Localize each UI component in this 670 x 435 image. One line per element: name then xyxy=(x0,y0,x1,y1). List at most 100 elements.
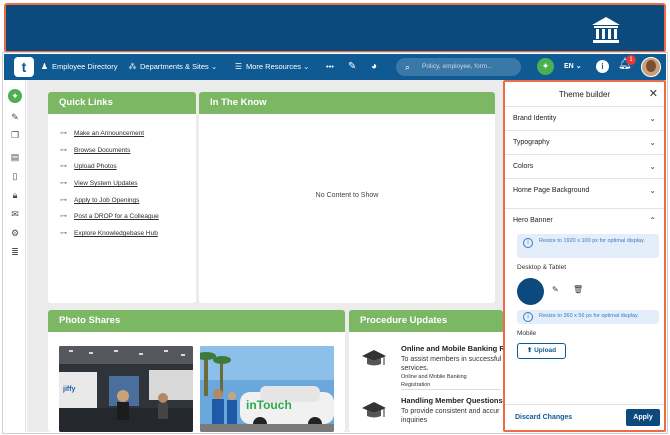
home-content: Quick Links ⊶ Make an Announcement ⊶ Brows… xyxy=(27,80,503,432)
chevron-down-icon: ⌄ xyxy=(649,186,656,195)
empty-state-text: No Content to Show xyxy=(315,192,379,199)
link-icon: ⊶ xyxy=(60,147,67,154)
accordion-colors[interactable]: Colors ⌄ xyxy=(505,154,664,178)
event-photo xyxy=(200,346,334,432)
left-sidebar: ✦ ✎ ❐ ▤ ▯ 🔒︎ ✉ ⚙ ≣ xyxy=(4,80,26,432)
quick-link[interactable]: ⊶ View System Updates xyxy=(60,179,137,187)
photo-shares-card: Photo Shares jiffy inTouch xyxy=(48,310,345,432)
language-label: EN xyxy=(564,63,574,70)
chevron-down-icon: ⌄ xyxy=(575,63,582,70)
trash-icon[interactable]: 🗑︎ xyxy=(573,285,583,294)
list-icon: ☰ xyxy=(234,62,243,71)
in-the-know-card: In The Know No Content to Show xyxy=(199,92,495,303)
info-icon: i xyxy=(523,238,533,248)
chevron-down-icon: ⌄ xyxy=(649,162,656,171)
sitemap-icon: ⁂ xyxy=(128,62,137,71)
document-icon[interactable]: ▯ xyxy=(8,169,22,183)
accordion-label: Home Page Background xyxy=(513,187,590,194)
procedure-meta: Registration xyxy=(401,382,431,388)
nav-more-button[interactable]: ••• xyxy=(326,54,334,80)
accordion-home-page-background[interactable]: Home Page Background ⌄ xyxy=(505,178,664,202)
copy-icon[interactable]: ❐ xyxy=(8,128,22,142)
search-icon: ⌕ xyxy=(405,62,411,72)
accordion-label: Hero Banner xyxy=(513,217,553,224)
button-label: Upload xyxy=(534,347,557,354)
photo-sign-text: inTouch xyxy=(246,398,292,412)
pencil-icon[interactable]: ✎ xyxy=(348,54,356,80)
chevron-down-icon: ⌄ xyxy=(303,62,310,71)
procedure-description: To provide consistent and accur inquirie… xyxy=(401,408,500,424)
chevron-down-icon: ⌄ xyxy=(210,62,218,71)
chevron-up-icon: ⌃ xyxy=(649,216,656,225)
app-logo[interactable]: t xyxy=(14,57,34,77)
gear-icon[interactable]: ⚙ xyxy=(8,226,22,240)
accordion-label: Colors xyxy=(513,163,534,170)
people-icon: ♟ xyxy=(40,62,49,71)
language-selector[interactable]: EN ⌄ xyxy=(564,54,582,80)
size-hint-desktop: i Resize to 1920 x 100 px for optimal di… xyxy=(517,234,659,258)
close-icon[interactable]: ✕ xyxy=(649,87,658,100)
nav-label: Departments & Sites xyxy=(140,62,209,71)
accordion-brand-identity[interactable]: Brand Identity ⌄ xyxy=(505,106,664,130)
notification-badge: 1 xyxy=(626,55,636,65)
chevron-down-icon: ⌄ xyxy=(649,138,656,147)
accordion-label: Typography xyxy=(513,139,550,146)
theme-builder-panel: Theme builder ✕ Brand Identity ⌄ Typogra… xyxy=(503,80,666,432)
wrench-icon[interactable]: ✦ xyxy=(537,58,554,75)
card-title: In The Know xyxy=(199,92,495,114)
chevron-down-icon: ⌄ xyxy=(649,114,656,123)
layout-icon[interactable]: ▤ xyxy=(8,150,22,164)
quick-link[interactable]: ⊶ Explore Knowledgebase Hub xyxy=(60,229,158,237)
accordion-typography[interactable]: Typography ⌄ xyxy=(505,130,664,154)
app-window: t ♟ Employee Directory ⁂ Departments & Sit… xyxy=(0,0,670,435)
quick-link[interactable]: ⊶ Upload Photos xyxy=(60,162,117,170)
nav-departments-sites[interactable]: ⁂ Departments & Sites ⌄ xyxy=(128,54,218,80)
hint-text: Resize to 1920 x 100 px for optimal disp… xyxy=(539,238,645,244)
event-photo xyxy=(59,346,193,432)
procedure-title: Handling Member Questions xyxy=(401,396,503,405)
nav-label: Employee Directory xyxy=(52,62,118,71)
panel-title: Theme builder xyxy=(558,90,611,99)
banner-preview[interactable] xyxy=(517,278,544,305)
palette-icon[interactable]: ◕ xyxy=(371,54,377,80)
bank-logo-icon xyxy=(592,17,620,43)
quick-link[interactable]: ⊶ Apply to Job Openings xyxy=(60,196,139,204)
photo-thumbnail[interactable]: inTouch xyxy=(200,346,334,432)
search-input[interactable]: ⌕ Policy, employee, form... xyxy=(396,58,521,76)
link-icon: ⊶ xyxy=(60,197,67,204)
chat-icon[interactable]: ✉ xyxy=(8,207,22,221)
accordion-hero-banner[interactable]: Hero Banner ⌃ xyxy=(505,208,664,232)
procedure-meta: Online and Mobile Banking xyxy=(401,374,467,380)
photo-thumbnail[interactable]: jiffy xyxy=(59,346,193,432)
apply-button[interactable]: Apply xyxy=(626,409,660,426)
link-icon: ⊶ xyxy=(60,163,67,170)
quick-link[interactable]: ⊶ Make an Announcement xyxy=(60,129,144,137)
nav-more-resources[interactable]: ☰ More Resources ⌄ xyxy=(234,54,310,80)
quick-link[interactable]: ⊶ Post a DROP for a Colleague xyxy=(60,212,159,220)
wrench-icon[interactable]: ✦ xyxy=(8,89,22,103)
discard-changes-button[interactable]: Discard Changes xyxy=(515,414,572,421)
lock-icon[interactable]: 🔒︎ xyxy=(8,188,22,202)
avatar[interactable] xyxy=(641,57,661,77)
procedure-item[interactable]: Handling Member Questions To provide con… xyxy=(361,396,503,432)
size-hint-mobile: i Resize to 360 x 56 px for optimal disp… xyxy=(517,310,659,324)
info-icon[interactable]: i xyxy=(596,60,609,73)
card-title: Photo Shares xyxy=(48,310,345,332)
desktop-label: Desktop & Tablet xyxy=(517,264,567,271)
nav-label: More Resources xyxy=(246,62,302,71)
top-navigation: t ♟ Employee Directory ⁂ Departments & Sit… xyxy=(4,54,666,80)
pencil-icon[interactable]: ✎ xyxy=(552,285,559,294)
upload-icon: ⬆ xyxy=(526,347,533,354)
pencil-icon[interactable]: ✎ xyxy=(8,110,22,124)
upload-button[interactable]: ⬆ Upload xyxy=(517,343,566,359)
link-icon: ⊶ xyxy=(60,213,67,220)
procedure-item[interactable]: Online and Mobile Banking R To assist me… xyxy=(361,344,503,388)
panel-footer: Discard Changes Apply xyxy=(505,404,664,432)
graduation-cap-icon xyxy=(362,350,386,366)
quick-links-card: Quick Links ⊶ Make an Announcement ⊶ Brows… xyxy=(48,92,196,303)
notes-icon[interactable]: ≣ xyxy=(8,245,22,259)
nav-employee-directory[interactable]: ♟ Employee Directory xyxy=(40,54,118,80)
quick-link[interactable]: ⊶ Browse Documents xyxy=(60,146,130,154)
card-title: Quick Links xyxy=(48,92,196,114)
hero-banner[interactable] xyxy=(4,3,666,53)
